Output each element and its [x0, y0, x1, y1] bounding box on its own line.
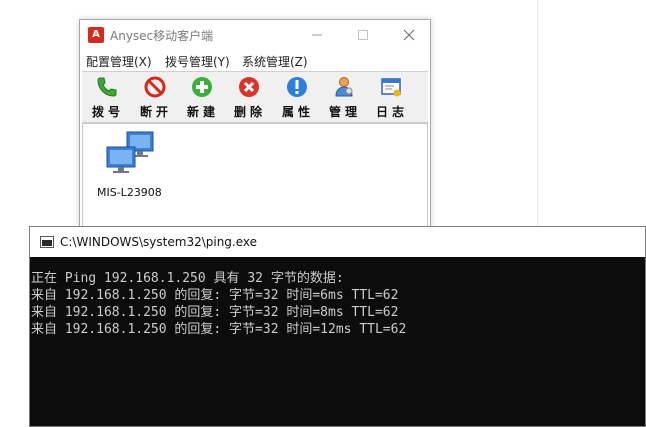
console-window-title: C:\WINDOWS\system32\ping.exe: [60, 235, 258, 249]
console-line: 来自 192.168.1.250 的回复: 字节=32 时间=12ms TTL=…: [31, 322, 407, 337]
anysec-app-icon: A: [88, 27, 104, 43]
user-manage-icon: [335, 77, 353, 97]
anysec-window-title: Anysec移动客户端: [110, 29, 214, 43]
menu-system[interactable]: 系统管理(Z): [242, 53, 308, 70]
menu-config[interactable]: 配置管理(X): [86, 53, 152, 70]
menu-bar: 配置管理(X) 拨号管理(Y) 系统管理(Z): [80, 50, 430, 70]
menu-dial[interactable]: 拨号管理(Y): [165, 53, 230, 70]
console-line: 来自 192.168.1.250 的回复: 字节=32 时间=6ms TTL=6…: [31, 288, 399, 303]
delete-label: 删除: [233, 105, 266, 119]
log-button[interactable]: 日志: [370, 76, 410, 120]
log-icon: [381, 78, 401, 97]
disconnect-button[interactable]: 断开: [134, 76, 174, 120]
console-line: 来自 192.168.1.250 的回复: 字节=32 时间=8ms TTL=6…: [31, 305, 399, 320]
new-label: 新建: [186, 105, 219, 119]
log-label: 日志: [375, 105, 408, 119]
anysec-window: A Anysec移动客户端 配置管理(X) 拨号管理(Y) 系统管理(Z) 拨号: [79, 19, 431, 231]
console-window: C:\WINDOWS\system32\ping.exe 正在 Ping 192…: [29, 226, 646, 427]
desktop-divider: [537, 0, 538, 230]
disconnect-icon: [144, 76, 166, 98]
network-computers-icon: [106, 131, 154, 173]
minimize-button[interactable]: [294, 20, 340, 50]
maximize-icon: [358, 30, 368, 40]
new-button[interactable]: 新建: [181, 76, 221, 120]
close-button[interactable]: [386, 20, 432, 50]
close-icon: [403, 29, 415, 41]
properties-label: 属性: [281, 105, 314, 119]
dial-button[interactable]: 拨号: [86, 76, 126, 120]
manage-button[interactable]: 管理: [323, 76, 363, 120]
console-line: 正在 Ping 192.168.1.250 具有 32 字节的数据:: [31, 271, 344, 286]
toolbar: 拨号 断开 新建 删除 属性 管理 日志: [82, 71, 428, 123]
info-icon: [287, 77, 307, 97]
connection-list: MIS-L23908: [82, 123, 428, 229]
maximize-button[interactable]: [340, 20, 386, 50]
connection-label: MIS-L23908: [97, 186, 162, 199]
console-output[interactable]: 正在 Ping 192.168.1.250 具有 32 字节的数据: 来自 19…: [30, 257, 645, 427]
console-titlebar[interactable]: C:\WINDOWS\system32\ping.exe: [30, 227, 645, 257]
console-app-icon: [40, 236, 54, 248]
disconnect-label: 断开: [139, 105, 172, 119]
minimize-icon: [312, 34, 322, 36]
delete-icon: [239, 77, 259, 97]
add-icon: [192, 77, 212, 97]
phone-icon: [97, 77, 117, 97]
delete-button[interactable]: 删除: [228, 76, 268, 120]
anysec-titlebar[interactable]: A Anysec移动客户端: [80, 20, 430, 50]
properties-button[interactable]: 属性: [276, 76, 316, 120]
manage-label: 管理: [328, 105, 361, 119]
dial-label: 拨号: [91, 105, 124, 119]
connection-item[interactable]: MIS-L23908: [97, 130, 167, 200]
